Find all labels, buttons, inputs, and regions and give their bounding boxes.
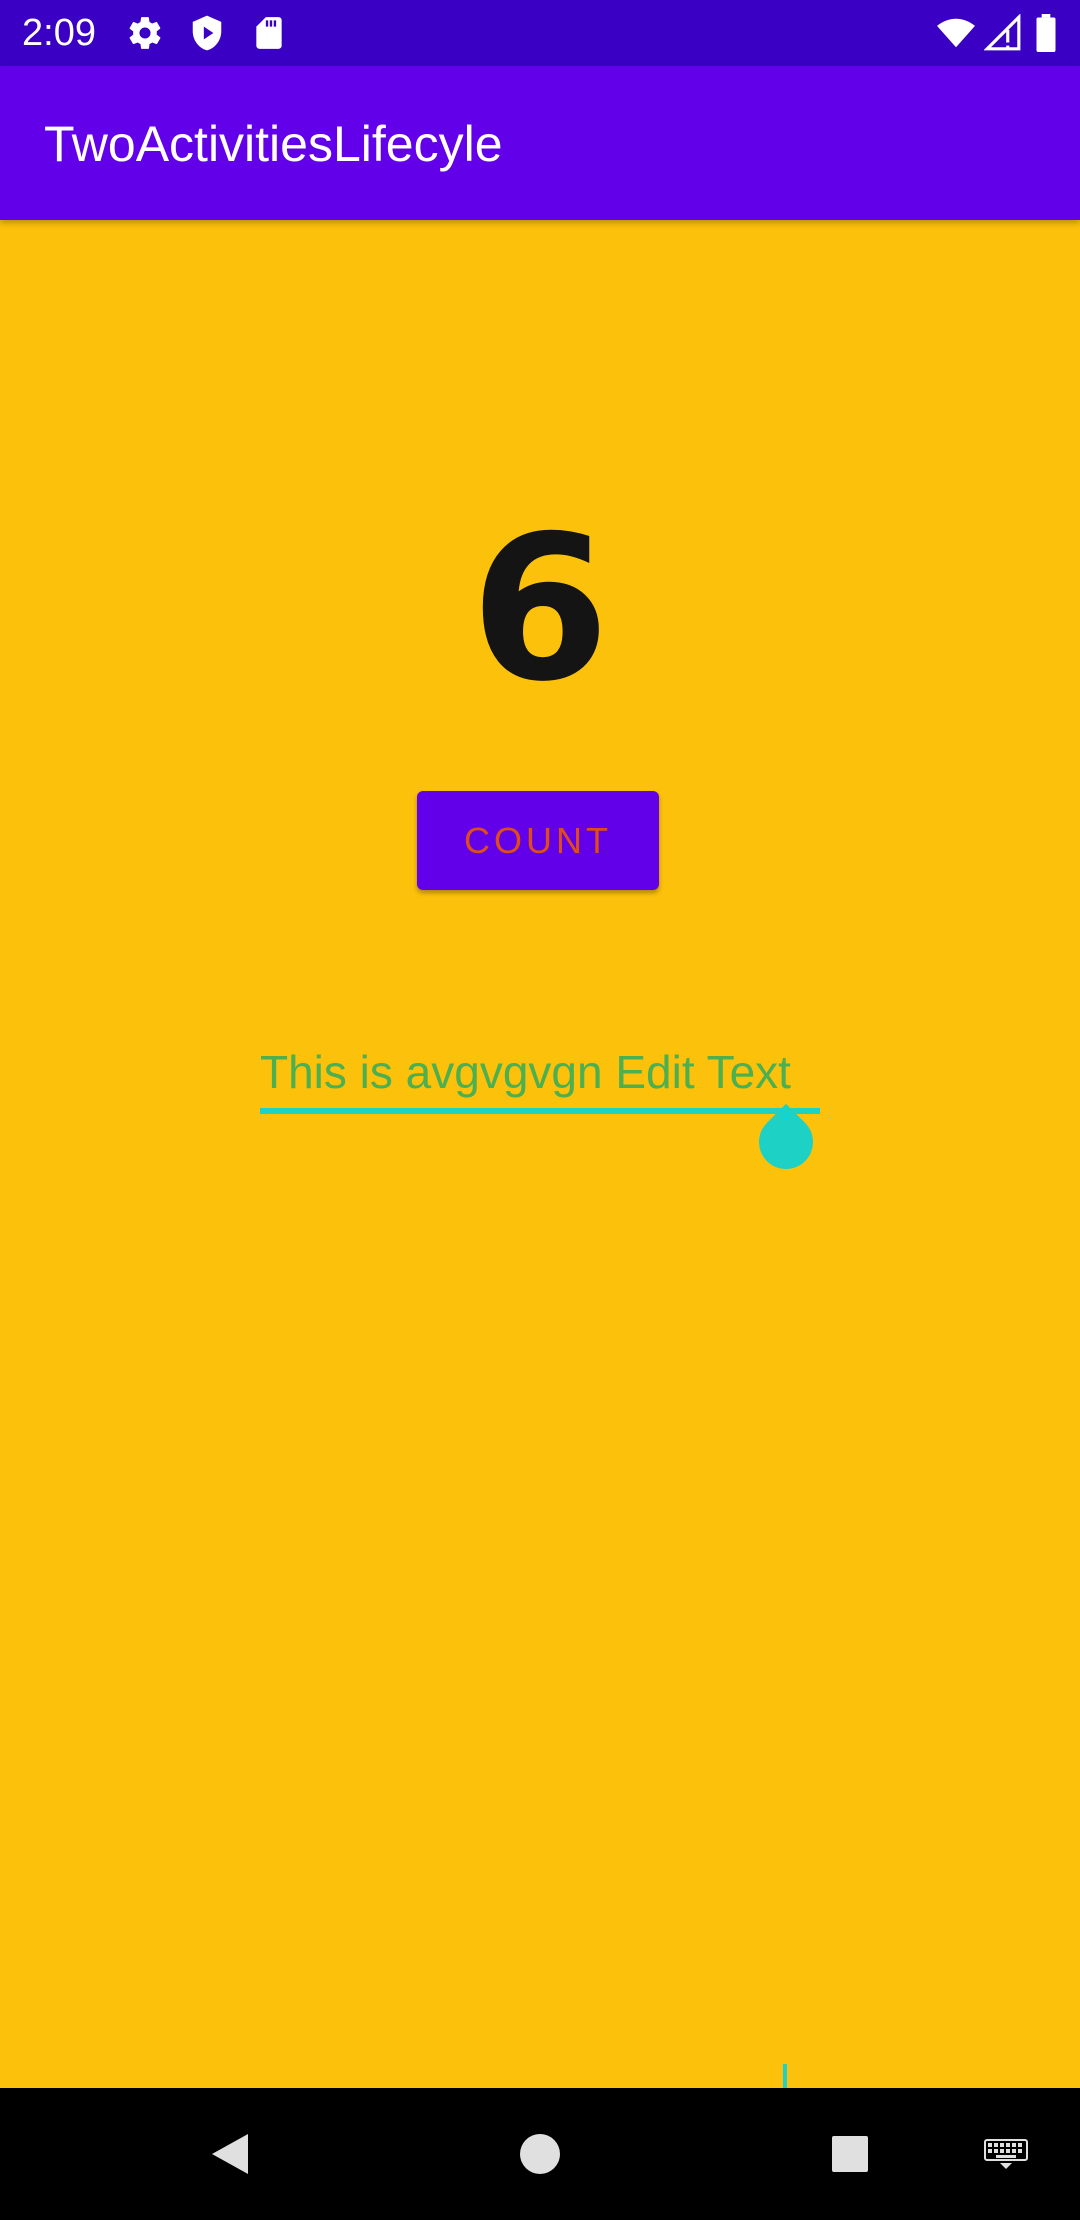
count-display: 6 <box>470 493 610 726</box>
sd-card-icon <box>250 14 288 52</box>
signal-icon <box>983 13 1022 52</box>
keyboard-icon[interactable] <box>970 2088 1042 2220</box>
wifi-icon <box>936 14 975 52</box>
app-bar: TwoActivitiesLifecyle <box>0 66 1080 220</box>
battery-icon <box>1034 14 1058 53</box>
gear-icon <box>126 14 164 52</box>
count-button[interactable]: COUNT <box>417 791 659 890</box>
home-icon[interactable] <box>490 2088 590 2220</box>
navigation-bar <box>0 2088 1080 2220</box>
app-screen: 2:09 TwoActivitiesLifecyle 6 COUNT <box>0 0 1080 2220</box>
edit-text-underline <box>260 1108 820 1114</box>
recents-icon[interactable] <box>800 2088 900 2220</box>
edit-text-container <box>260 1030 820 2136</box>
status-bar: 2:09 <box>0 0 1080 66</box>
back-icon[interactable] <box>180 2088 280 2220</box>
app-title: TwoActivitiesLifecyle <box>44 116 503 172</box>
edit-text-field[interactable] <box>260 1030 820 1114</box>
shield-play-icon <box>188 14 226 52</box>
status-time: 2:09 <box>22 12 96 54</box>
